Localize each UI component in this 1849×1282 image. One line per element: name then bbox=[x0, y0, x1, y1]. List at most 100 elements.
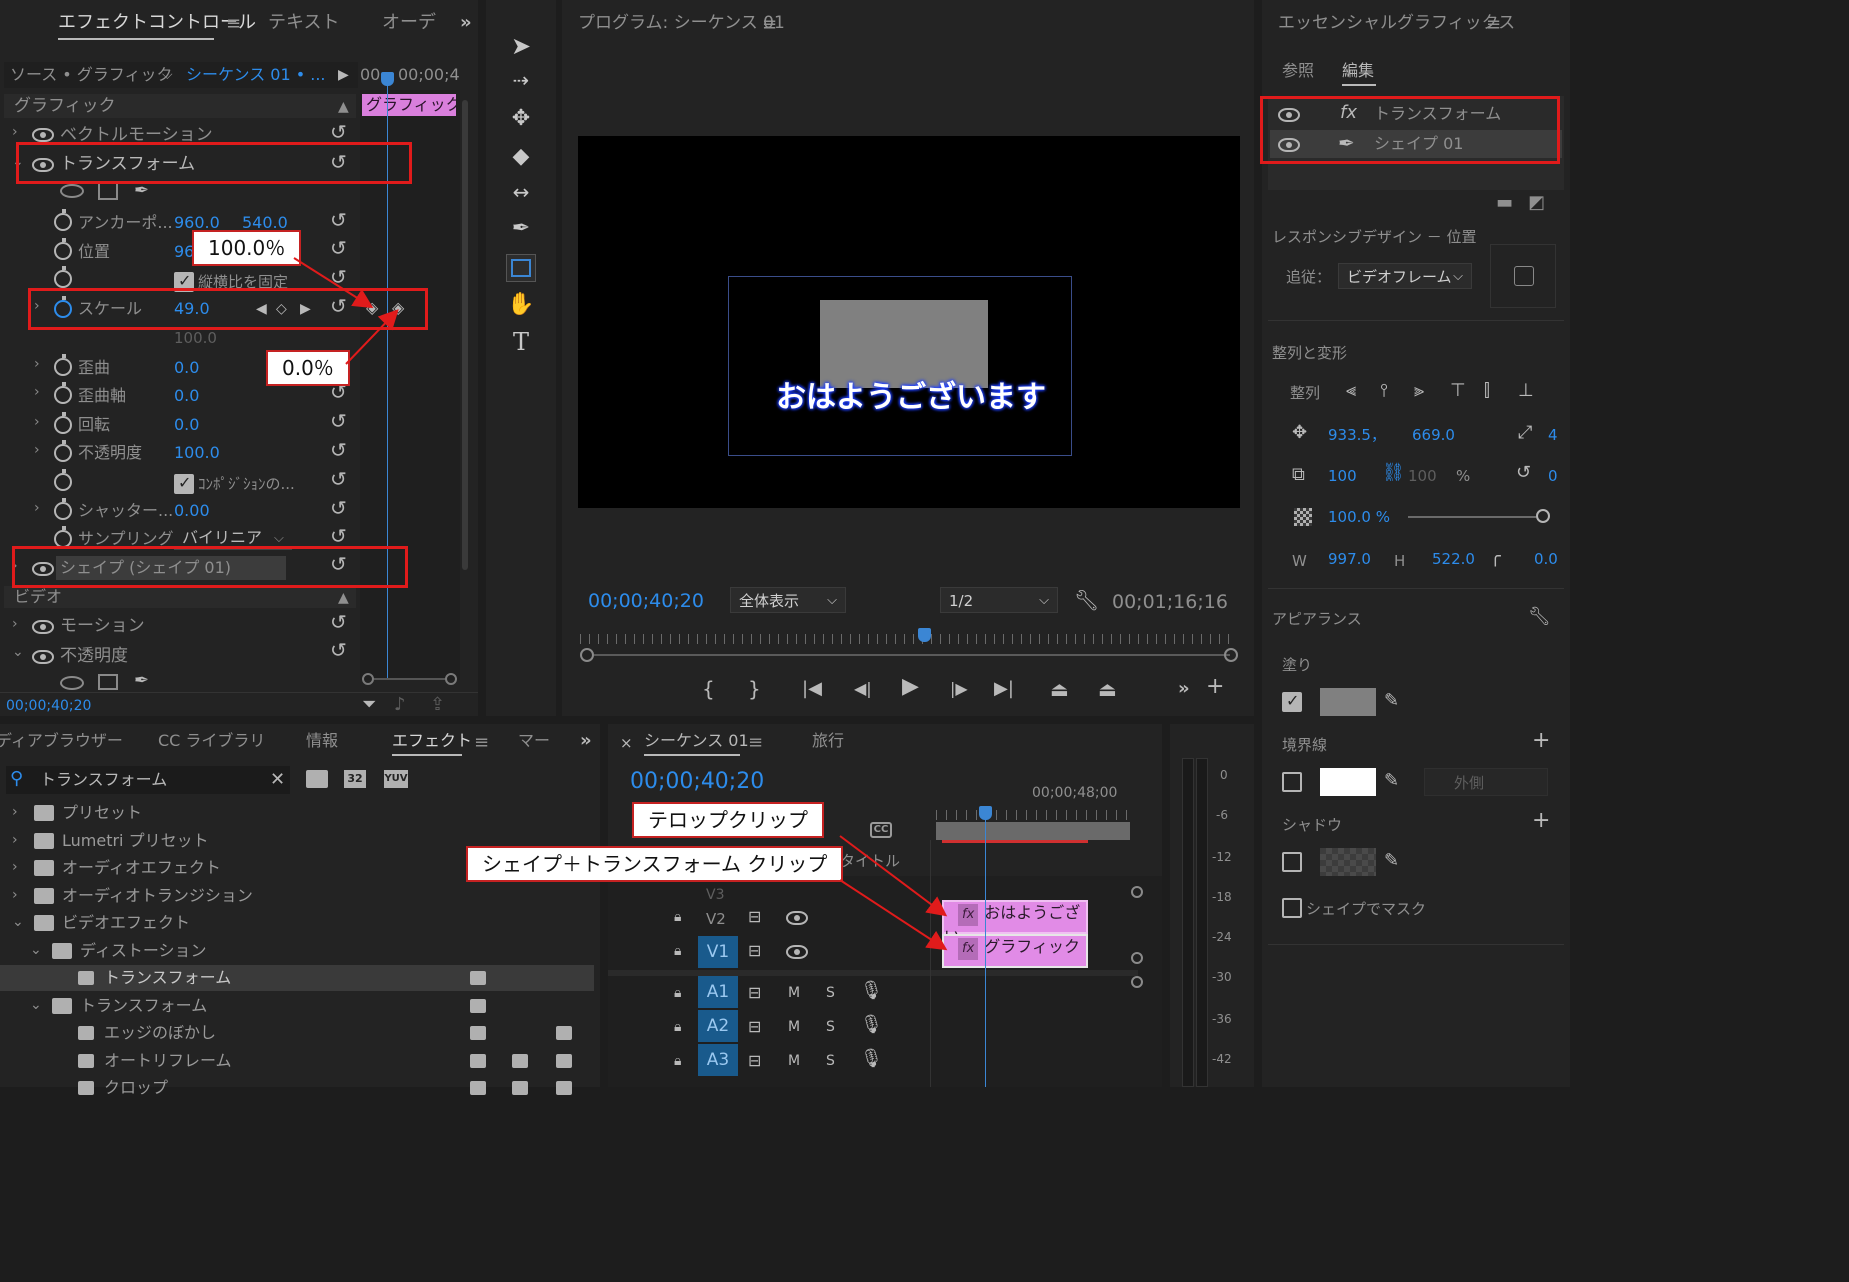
collapse-icon[interactable]: ⌄ bbox=[30, 939, 42, 961]
mic-icon[interactable]: 🎙︎ bbox=[860, 1048, 883, 1070]
timeline-tab-travel[interactable]: 旅行 bbox=[812, 730, 844, 752]
solo-button[interactable]: S bbox=[826, 1050, 835, 1072]
lock-icon[interactable]: 🔒︎ bbox=[674, 940, 681, 962]
pen-tool-icon[interactable]: ✒ bbox=[504, 216, 538, 241]
add-shadow-icon[interactable]: + bbox=[1532, 810, 1550, 832]
ellipse-mask-icon[interactable] bbox=[60, 184, 84, 198]
v-scroll-handle-top[interactable] bbox=[1131, 886, 1143, 898]
collapse-up-icon[interactable]: ▲ bbox=[338, 96, 349, 118]
eg-scale-w[interactable]: 100 bbox=[1328, 465, 1357, 487]
overlay-text[interactable]: おはようございます bbox=[776, 380, 1046, 416]
tab-markers[interactable]: マー bbox=[518, 730, 550, 752]
eg-rotation[interactable]: 0 bbox=[1548, 465, 1558, 487]
expand-icon[interactable]: › bbox=[12, 616, 18, 632]
fill-checkbox[interactable] bbox=[1282, 691, 1302, 712]
mark-out-icon[interactable]: } bbox=[748, 678, 761, 700]
gray-shape[interactable] bbox=[820, 300, 988, 388]
effects-tree-item[interactable]: › プリセット bbox=[0, 800, 594, 826]
tab-browse[interactable]: 参照 bbox=[1282, 60, 1314, 82]
lift-icon[interactable]: ⏏ bbox=[1050, 678, 1069, 700]
lock-icon[interactable]: 🔒︎ bbox=[674, 1050, 681, 1072]
ec-timecode[interactable]: 00;00;40;20 bbox=[6, 695, 91, 717]
sync-lock-icon[interactable]: ⊟ bbox=[748, 906, 761, 928]
stopwatch-icon[interactable] bbox=[54, 498, 72, 520]
reset-icon[interactable]: ↺ bbox=[330, 267, 350, 287]
visibility-eye-icon[interactable] bbox=[32, 620, 54, 634]
sync-lock-icon[interactable]: ⊟ bbox=[748, 1050, 761, 1072]
motion-label[interactable]: モーション bbox=[60, 615, 145, 637]
collapse-icon[interactable]: ⌄ bbox=[30, 994, 42, 1016]
selection-tool-icon[interactable]: ➤ bbox=[504, 32, 538, 60]
wrench-icon[interactable]: 🔧︎ bbox=[1074, 589, 1099, 611]
panel-menu-icon[interactable]: ≡ bbox=[1486, 14, 1501, 36]
expand-icon[interactable]: › bbox=[34, 442, 40, 458]
add-stroke-icon[interactable]: + bbox=[1532, 730, 1550, 752]
expand-icon[interactable]: › bbox=[12, 856, 18, 878]
scrollbar[interactable] bbox=[462, 100, 468, 570]
rect-mask-icon[interactable] bbox=[98, 674, 118, 690]
eg-opacity[interactable]: 100.0 % bbox=[1328, 506, 1390, 528]
play-icon[interactable]: ▶ bbox=[902, 676, 919, 698]
resolution-dropdown[interactable]: 1/2 ⌵ bbox=[940, 587, 1058, 613]
video-frame[interactable]: おはようございます bbox=[578, 136, 1240, 508]
eyedropper-icon[interactable]: ✎ bbox=[1384, 850, 1399, 872]
zoom-dropdown[interactable]: 全体表示 ⌵ bbox=[730, 587, 846, 613]
stopwatch-icon[interactable] bbox=[54, 412, 72, 434]
skew-axis-value[interactable]: 0.0 bbox=[174, 385, 199, 407]
hand-tool-icon[interactable]: ✋ bbox=[504, 292, 538, 317]
tab-info[interactable]: 情報 bbox=[306, 730, 338, 752]
rect-mask-icon[interactable] bbox=[98, 182, 118, 200]
stopwatch-icon[interactable] bbox=[54, 266, 72, 288]
lock-icon[interactable]: 🔒︎ bbox=[674, 982, 681, 1004]
expand-icon[interactable]: › bbox=[34, 414, 40, 430]
expand-icon[interactable]: › bbox=[12, 801, 18, 823]
eg-pos-x[interactable]: 933.5， bbox=[1328, 424, 1386, 446]
zoom-bar[interactable] bbox=[594, 654, 1230, 656]
reset-icon[interactable]: ↺ bbox=[330, 210, 350, 230]
effects-tree-item[interactable]: オートリフレーム bbox=[0, 1048, 594, 1074]
v-scroll-handle-mid[interactable] bbox=[1131, 952, 1143, 964]
new-layer-icon[interactable]: ◩ bbox=[1528, 192, 1545, 214]
mute-button[interactable]: M bbox=[788, 1050, 800, 1072]
yuv-filter-icon[interactable]: YUV bbox=[384, 770, 408, 788]
track-v1-label[interactable]: V1 bbox=[698, 936, 738, 968]
playhead-marker[interactable] bbox=[979, 806, 992, 820]
clip-v2-telop[interactable]: fxおはようござい bbox=[942, 900, 1088, 946]
program-timecode[interactable]: 00;00;40;20 bbox=[588, 590, 704, 612]
align-top-icon[interactable]: ⊤ bbox=[1450, 380, 1466, 402]
overflow-chevrons-icon[interactable]: » bbox=[580, 730, 592, 752]
composite-checkbox[interactable] bbox=[174, 473, 194, 494]
reset-icon[interactable]: ↺ bbox=[330, 498, 350, 518]
sync-lock-icon[interactable]: ⊟ bbox=[748, 1016, 761, 1038]
ellipse-mask-icon[interactable] bbox=[60, 676, 84, 690]
mask-checkbox[interactable] bbox=[1282, 898, 1302, 918]
reset-icon[interactable]: ↺ bbox=[330, 238, 350, 258]
playhead-marker[interactable] bbox=[918, 628, 931, 642]
eg-w[interactable]: 997.0 bbox=[1328, 548, 1371, 570]
wrench-icon[interactable]: 🔧︎ bbox=[1528, 606, 1551, 628]
timeline-timecode[interactable]: 00;00;40;20 bbox=[630, 768, 764, 796]
effects-tree-item[interactable]: エッジのぼかし bbox=[0, 1020, 594, 1046]
overflow-chevrons-icon[interactable]: » bbox=[460, 12, 472, 34]
filter-icon[interactable]: ⏷ bbox=[362, 694, 376, 716]
eg-h[interactable]: 522.0 bbox=[1432, 548, 1475, 570]
expand-icon[interactable]: › bbox=[12, 124, 18, 140]
program-title[interactable]: プログラム: シーケンス 01 bbox=[578, 12, 785, 34]
solo-button[interactable]: S bbox=[826, 982, 835, 1004]
razor-tool-icon[interactable]: ◆ bbox=[504, 144, 538, 169]
fill-swatch[interactable] bbox=[1320, 688, 1376, 716]
follow-dropdown[interactable]: ビデオフレーム ⌵ bbox=[1338, 263, 1472, 289]
v-scroll-handle-bottom[interactable] bbox=[1131, 976, 1143, 988]
step-forward-icon[interactable]: |▶ bbox=[950, 678, 968, 700]
panel-menu-icon[interactable]: ≡ bbox=[226, 13, 241, 35]
visibility-eye-icon[interactable] bbox=[786, 911, 808, 925]
extract-icon[interactable]: ⏏ bbox=[1098, 678, 1117, 700]
opacity-slider-thumb[interactable] bbox=[1536, 509, 1550, 523]
link-icon[interactable]: ⛓︎ bbox=[1382, 462, 1405, 484]
visibility-eye-icon[interactable] bbox=[32, 128, 54, 142]
tab-media-browser[interactable]: ディアブラウザー bbox=[0, 730, 123, 752]
mic-icon[interactable]: 🎙︎ bbox=[860, 980, 883, 1002]
playhead-marker[interactable] bbox=[381, 72, 394, 86]
lock-icon[interactable]: 🔒︎ bbox=[674, 1016, 681, 1038]
eg-pos-y[interactable]: 669.0 bbox=[1412, 424, 1455, 446]
